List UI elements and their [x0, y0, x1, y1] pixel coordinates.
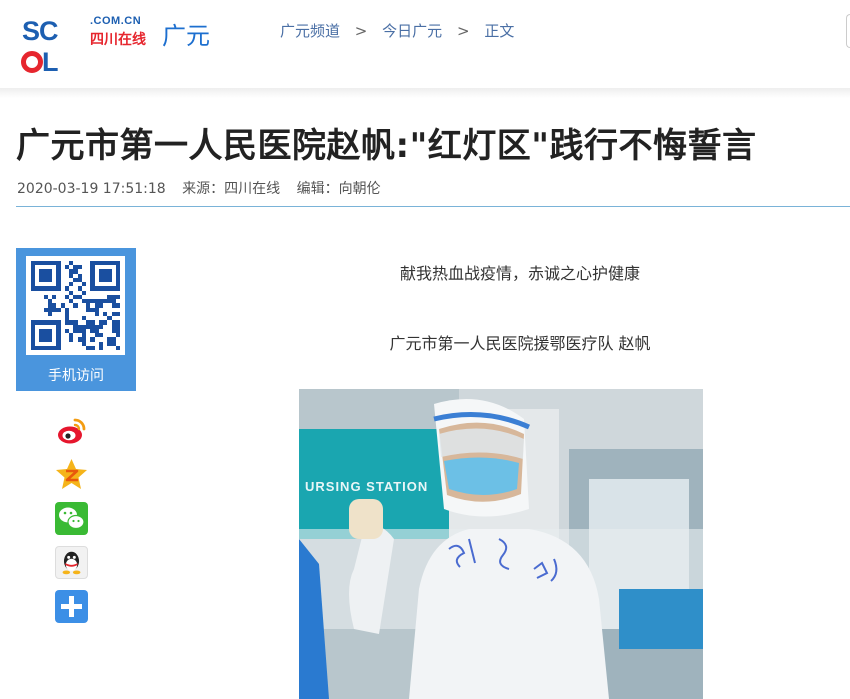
article-datetime: 2020-03-19 17:51:18 — [17, 181, 166, 197]
article-editor: 编辑：向朝伦 — [296, 181, 381, 197]
breadcrumb-item-article: 正文 — [484, 22, 515, 40]
breadcrumb-item-channel[interactable]: 广元频道 — [280, 22, 340, 40]
article-title: 广元市第一人民医院赵帆:"红灯区"践行不悔誓言 — [16, 126, 757, 166]
wechat-icon[interactable] — [55, 502, 88, 535]
mobile-qr-panel[interactable]: 手机访问 — [16, 248, 136, 391]
logo-cn-name: 四川在线 — [90, 32, 146, 48]
article-paragraph: 献我热血战疫情，赤诚之心护健康 — [399, 264, 640, 283]
mobile-access-label: 手机访问 — [48, 368, 104, 384]
qzone-icon[interactable] — [55, 458, 88, 491]
logo-domain: .COM.CN — [90, 15, 142, 27]
breadcrumb-separator: > — [354, 22, 368, 40]
qr-code — [26, 256, 125, 355]
more-share-icon[interactable] — [55, 590, 88, 623]
site-header: SCL .COM.CN 四川在线 广元 广元频道 > 今日广元 > 正文 — [0, 0, 850, 92]
nursing-station-sign: URSING STATION — [305, 479, 428, 494]
breadcrumb-separator: > — [456, 22, 470, 40]
article-paragraph: 广元市第一人民医院援鄂医疗队 赵帆 — [389, 334, 651, 353]
header-divider — [0, 88, 850, 98]
scol-logo-mark: SCL — [21, 16, 59, 77]
photo-illustration: URSING STATION — [299, 389, 703, 699]
breadcrumb-item-today[interactable]: 今日广元 — [382, 22, 442, 40]
qq-icon[interactable] — [55, 546, 88, 579]
search-box[interactable] — [846, 14, 850, 48]
channel-city-name[interactable]: 广元 — [162, 16, 210, 51]
article-meta: 2020-03-19 17:51:18 来源：四川在线 编辑：向朝伦 — [17, 178, 393, 198]
article-photo: URSING STATION — [299, 389, 703, 699]
title-rule — [16, 206, 850, 207]
weibo-icon[interactable] — [55, 414, 88, 447]
qr-code-pattern — [31, 261, 120, 350]
breadcrumb: 广元频道 > 今日广元 > 正文 — [280, 20, 524, 41]
article-source: 来源：四川在线 — [182, 181, 281, 197]
